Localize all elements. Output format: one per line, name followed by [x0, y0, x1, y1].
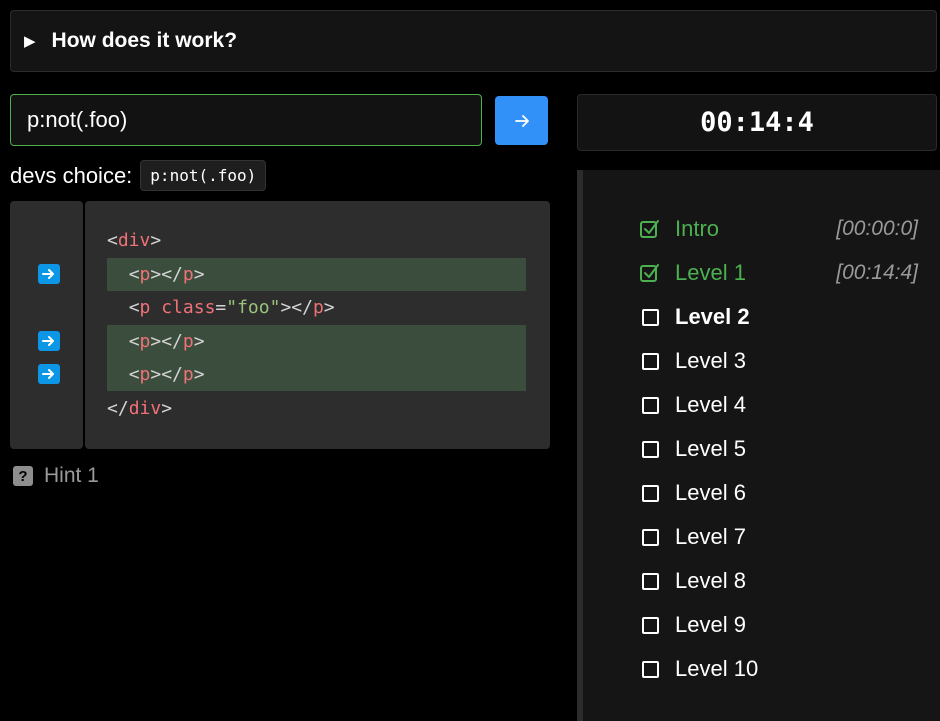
checked-box-icon: [638, 261, 662, 285]
code-line: <div>: [107, 230, 162, 251]
level-label: Level 3: [675, 348, 746, 373]
unchecked-box-icon: [638, 613, 662, 637]
devs-choice-label: devs choice:: [10, 162, 133, 188]
selector-input[interactable]: [10, 94, 482, 146]
level-label: Level 1: [675, 260, 746, 285]
code-viewer: <div> <p></p> <p class="foo"></p> <p></p…: [85, 201, 550, 449]
level-item[interactable]: Intro [00:00:0]: [638, 212, 918, 246]
unchecked-box-icon: [638, 349, 662, 373]
level-item[interactable]: Level 3: [638, 344, 918, 378]
arrow-right-icon: [514, 114, 529, 127]
how-it-works-disclosure[interactable]: ▶ How does it work?: [10, 10, 937, 72]
level-item[interactable]: Level 10: [638, 652, 918, 686]
hint-label: Hint 1: [44, 464, 99, 487]
unchecked-box-icon: [638, 569, 662, 593]
level-label: Level 10: [675, 656, 759, 681]
level-label: Level 6: [675, 480, 746, 505]
code-line: <p></p>: [107, 358, 526, 392]
level-item[interactable]: Level 7: [638, 520, 918, 554]
level-label: Level 5: [675, 436, 746, 461]
level-item[interactable]: Level 4: [638, 388, 918, 422]
disclosure-triangle-icon: ▶: [24, 33, 36, 50]
level-item[interactable]: Level 2: [638, 300, 918, 334]
hint-button[interactable]: ? Hint 1: [13, 464, 99, 488]
level-time: [00:00:0]: [836, 217, 918, 240]
code-line: </div>: [107, 398, 173, 419]
level-item[interactable]: Level 5: [638, 432, 918, 466]
level-label: Level 2: [675, 304, 750, 329]
match-arrow-icon: [38, 364, 60, 385]
match-arrow-icon: [38, 263, 60, 284]
code-line: <p class="foo"></p>: [128, 297, 335, 319]
unchecked-box-icon: [638, 437, 662, 461]
level-item[interactable]: Level 8: [638, 564, 918, 598]
devs-choice: devs choice: p:not(.foo): [10, 160, 267, 191]
level-label: Intro: [675, 216, 720, 241]
level-label: Level 8: [675, 568, 746, 593]
devs-choice-code: p:not(.foo): [140, 160, 267, 191]
code-line: <p></p>: [107, 257, 526, 291]
code-line: <p></p>: [107, 324, 526, 358]
submit-button[interactable]: [495, 96, 548, 145]
level-label: Level 9: [675, 612, 746, 637]
unchecked-box-icon: [638, 525, 662, 549]
level-item[interactable]: Level 6: [638, 476, 918, 510]
unchecked-box-icon: [638, 657, 662, 681]
timer-display: 00:14:4: [577, 94, 937, 151]
disclosure-title: How does it work?: [51, 29, 238, 52]
level-label: Level 4: [675, 392, 746, 417]
level-item[interactable]: Level 1 [00:14:4]: [638, 256, 918, 290]
unchecked-box-icon: [638, 305, 662, 329]
levels-panel: Intro [00:00:0] Level 1 [00:14:4] Level 2 Lev…: [577, 170, 940, 721]
level-time: [00:14:4]: [836, 261, 918, 284]
level-item[interactable]: Level 9: [638, 608, 918, 642]
level-label: Level 7: [675, 524, 746, 549]
unchecked-box-icon: [638, 481, 662, 505]
unchecked-box-icon: [638, 393, 662, 417]
question-icon: ?: [13, 466, 33, 486]
match-arrow-icon: [38, 330, 60, 351]
match-gutter: [10, 201, 83, 449]
checked-box-icon: [638, 217, 662, 241]
